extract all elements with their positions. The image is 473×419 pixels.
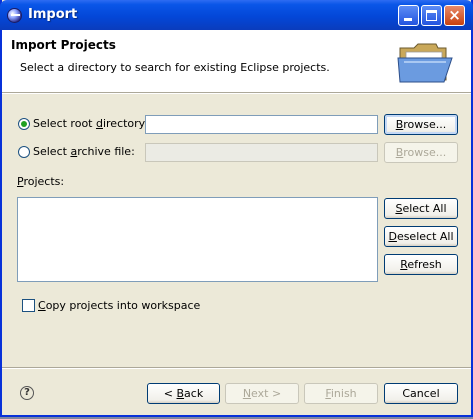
root-directory-radio[interactable] (18, 118, 30, 130)
archive-file-label[interactable]: Select archive file: (33, 145, 135, 158)
projects-list[interactable] (17, 197, 378, 282)
maximize-icon (426, 10, 437, 21)
minimize-button[interactable] (398, 5, 419, 26)
help-icon[interactable]: ? (20, 386, 34, 400)
finish-button[interactable]: Finish (304, 383, 378, 404)
back-button[interactable]: < Back (147, 383, 220, 404)
root-directory-input[interactable] (145, 115, 378, 134)
eclipse-icon (7, 8, 22, 23)
select-all-button[interactable]: Select All (384, 198, 458, 219)
folder-icon (397, 43, 453, 83)
close-button[interactable]: × (444, 5, 465, 26)
deselect-all-button[interactable]: Deselect All (384, 226, 458, 247)
close-icon: × (448, 6, 461, 24)
minimize-icon (404, 18, 412, 21)
title-bar[interactable]: Import × (0, 0, 473, 30)
import-dialog: Import × Import Projects Select a direct… (0, 0, 473, 417)
projects-label: Projects: (17, 175, 65, 188)
next-button[interactable]: Next > (225, 383, 299, 404)
root-directory-label[interactable]: Select root directory: (33, 117, 148, 130)
copy-projects-label[interactable]: Copy projects into workspace (38, 299, 200, 312)
maximize-button[interactable] (421, 5, 442, 26)
page-description: Select a directory to search for existin… (20, 61, 330, 74)
browse-directory-button[interactable]: Browse... (384, 114, 458, 135)
archive-file-input[interactable] (145, 143, 378, 162)
copy-projects-checkbox[interactable] (22, 299, 35, 312)
page-title: Import Projects (11, 38, 116, 52)
header-separator (2, 93, 471, 94)
refresh-button[interactable]: Refresh (384, 254, 458, 275)
browse-archive-button[interactable]: Browse... (384, 142, 458, 163)
cancel-button[interactable]: Cancel (384, 383, 458, 404)
archive-file-radio[interactable] (18, 146, 30, 158)
window-title: Import (28, 7, 78, 22)
wizard-header: Import Projects Select a directory to se… (2, 30, 471, 93)
footer-separator-highlight (2, 368, 471, 369)
